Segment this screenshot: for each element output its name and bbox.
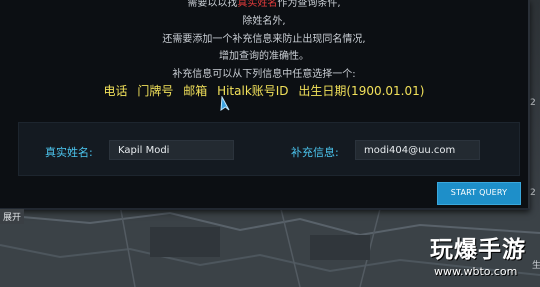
site-watermark: 玩爆手游 www.wbto.com <box>430 230 540 287</box>
highlight-text: 真实姓名 <box>237 0 278 9</box>
name-input[interactable]: Kapil Modi <box>109 140 234 160</box>
name-label: 真实姓名: <box>45 146 93 159</box>
edge-char: 2 <box>530 98 536 108</box>
option-email: 邮箱 <box>183 84 208 98</box>
query-dialog: 需要以以找真实姓名作为查询条件, 除姓名外, 还需要添加一个补充信息来防止出现同… <box>0 0 530 210</box>
option-birthdate: 出生日期(1900.01.01) <box>298 84 425 98</box>
instruction-line: 还需要添加一个补充信息来防止出现同名情况, <box>162 34 366 45</box>
watermark-logo-text: 玩爆手游 <box>430 237 526 263</box>
option-phone: 电话 <box>103 84 128 98</box>
watermark-url: www.wbto.com <box>434 265 518 278</box>
query-form: 真实姓名: Kapil Modi 补充信息: modi404@uu.com <box>18 122 520 176</box>
extra-info-label: 补充信息: <box>291 146 339 159</box>
expand-button[interactable]: 展开 <box>0 209 25 224</box>
mouse-cursor-icon <box>220 96 230 111</box>
edge-char: 2 <box>530 188 536 198</box>
instruction-line: 补充信息可以从下列信息中任意选择一个: <box>172 69 356 80</box>
instruction-line: 除姓名外, <box>242 16 286 27</box>
supplement-options: 电话 门牌号 邮箱 Hitalk账号ID 出生日期(1900.01.01) <box>0 82 528 99</box>
instruction-line: 增加查询的准确性。 <box>219 51 309 62</box>
start-query-button[interactable]: START QUERY <box>437 182 521 205</box>
extra-info-input[interactable]: modi404@uu.com <box>355 140 480 160</box>
instruction-line: 需要以以找真实姓名作为查询条件, <box>187 0 341 9</box>
option-house-number: 门牌号 <box>137 84 174 98</box>
